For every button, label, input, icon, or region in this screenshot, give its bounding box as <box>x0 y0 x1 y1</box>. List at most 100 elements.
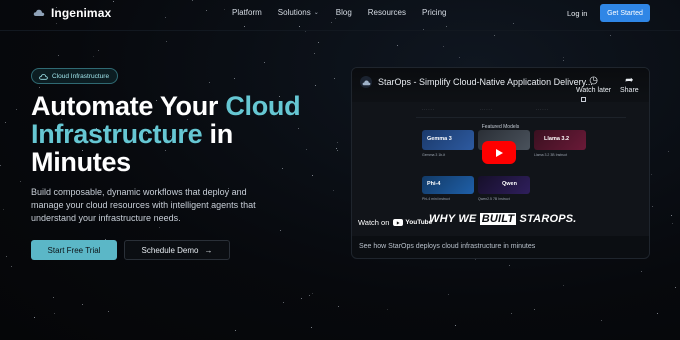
star-dot <box>508 264 510 266</box>
model-tile-qwen: Qwen <box>478 176 530 194</box>
star-dot <box>108 311 109 313</box>
top-navigation: Ingenimax Platform Solutions ⌄ Blog Reso… <box>0 0 680 28</box>
model-tile-gemma: Gemma 3 <box>422 130 474 150</box>
star-dot <box>5 255 7 257</box>
model-tile-label: Llama 3.2 <box>544 136 570 142</box>
video-thumb-divider <box>416 117 626 118</box>
headline-part-2: in <box>202 119 234 149</box>
watch-on-label: Watch on <box>358 218 390 227</box>
nav-link-platform[interactable]: Platform <box>232 8 262 17</box>
star-dot <box>11 265 13 267</box>
star-dot <box>97 49 99 51</box>
star-dot <box>533 309 535 311</box>
share-icon: ➦ <box>625 75 634 86</box>
youtube-play-button[interactable] <box>482 141 516 164</box>
star-dot <box>386 308 388 310</box>
star-dot <box>442 46 444 47</box>
star-dot <box>338 306 340 308</box>
video-thumb-detail: · · · · · · <box>422 108 434 112</box>
star-dot <box>57 55 59 57</box>
start-free-trial-button[interactable]: Start Free Trial <box>31 240 117 260</box>
model-tile-caption: Gemma 3 1b-it <box>422 153 446 157</box>
star-dot <box>301 298 302 300</box>
youtube-embed[interactable]: StarOps - Simplify Cloud-Native Applicat… <box>352 68 649 236</box>
star-dot <box>454 324 456 326</box>
star-dot <box>601 320 603 322</box>
cloud-logo-icon <box>33 9 45 16</box>
share-label: Share <box>620 87 639 94</box>
nav-link-solutions[interactable]: Solutions ⌄ <box>278 8 319 17</box>
video-card: StarOps - Simplify Cloud-Native Applicat… <box>351 67 650 259</box>
star-dot <box>279 230 281 232</box>
login-link[interactable]: Log in <box>567 9 587 18</box>
star-dot <box>641 271 643 273</box>
star-dot <box>336 149 338 151</box>
nav-divider <box>0 30 680 31</box>
star-dot <box>166 41 168 43</box>
square-icon <box>581 97 586 102</box>
model-tile-label: Gemma 3 <box>427 136 452 142</box>
nav-link-solutions-label: Solutions <box>277 8 311 17</box>
headline-accent-infrastructure: Infrastructure <box>31 119 203 149</box>
video-title[interactable]: StarOps - Simplify Cloud-Native Applicat… <box>378 77 593 87</box>
model-tile-caption: Qwen2.5 7B Instruct <box>478 197 510 201</box>
brand-logo[interactable]: Ingenimax <box>33 6 111 20</box>
star-dot <box>310 326 312 328</box>
watch-later-label: Watch later <box>576 87 612 94</box>
star-dot <box>610 35 612 37</box>
video-promo-text: WHY WE BUILT STAROPS. <box>429 213 577 225</box>
star-dot <box>447 293 449 295</box>
star-dot <box>668 150 670 152</box>
star-dot <box>318 42 319 44</box>
star-dot <box>2 209 4 211</box>
hero-description: Build composable, dynamic workflows that… <box>31 187 256 223</box>
star-dot <box>333 77 335 79</box>
star-dot <box>336 141 338 143</box>
nav-link-pricing[interactable]: Pricing <box>422 8 446 17</box>
model-tile-phi: Phi-4 <box>422 176 474 194</box>
channel-avatar[interactable] <box>360 76 372 88</box>
star-dot <box>313 52 315 54</box>
star-dot <box>282 302 284 304</box>
schedule-demo-label: Schedule Demo <box>141 245 199 255</box>
star-dot <box>0 164 2 166</box>
get-started-button[interactable]: Get Started <box>600 4 650 22</box>
star-dot <box>81 303 83 305</box>
star-dot <box>33 317 35 319</box>
clock-icon: ◷ <box>589 75 598 86</box>
chevron-down-icon: ⌄ <box>313 10 319 16</box>
watch-later-button[interactable]: ◷ Watch later <box>576 75 611 94</box>
promo-text-before: WHY WE <box>429 213 480 225</box>
model-tile-caption: Phi-4 mini instruct <box>422 197 450 201</box>
schedule-demo-button[interactable]: Schedule Demo → <box>124 240 230 260</box>
star-dot <box>674 286 676 288</box>
star-dot <box>233 78 235 80</box>
star-dot <box>563 57 565 58</box>
star-dot <box>312 292 314 294</box>
star-dot <box>53 297 55 299</box>
cloud-icon <box>39 73 48 80</box>
nav-link-resources[interactable]: Resources <box>368 8 406 17</box>
star-dot <box>159 227 161 229</box>
nav-links: Platform Solutions ⌄ Blog Resources Pric… <box>232 8 462 17</box>
star-dot <box>54 313 55 315</box>
model-tile-label: Phi-4 <box>427 181 441 187</box>
watch-on-youtube-link[interactable]: Watch on YouTube <box>358 218 432 227</box>
category-badge-label: Cloud Infrastructure <box>52 72 110 80</box>
model-tile-label: Qwen <box>502 181 517 187</box>
star-dot <box>16 109 18 111</box>
headline-accent-cloud: Cloud <box>225 91 301 121</box>
star-dot <box>332 189 334 191</box>
star-dot <box>263 62 265 64</box>
star-dot <box>671 222 673 224</box>
star-dot <box>209 82 211 83</box>
star-dot <box>235 330 237 332</box>
star-dot <box>652 205 653 207</box>
star-dot <box>650 173 652 175</box>
star-dot <box>562 60 564 62</box>
star-dot <box>92 55 94 57</box>
video-thumb-detail: · · · · · · <box>536 108 548 112</box>
nav-link-blog[interactable]: Blog <box>336 8 352 17</box>
star-dot <box>336 148 338 150</box>
share-button[interactable]: ➦ Share <box>620 75 639 94</box>
